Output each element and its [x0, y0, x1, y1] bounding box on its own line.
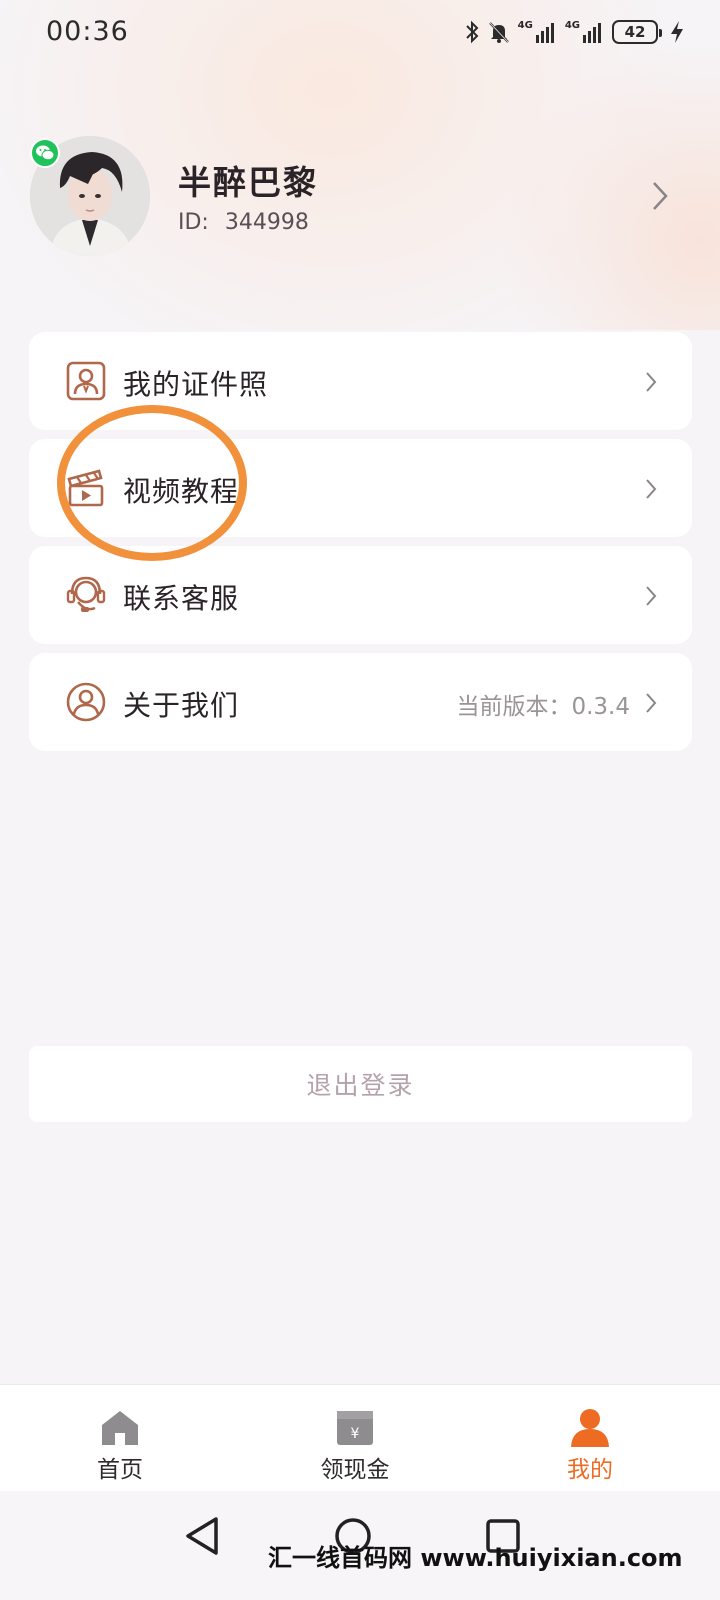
- id-photo-icon: [66, 361, 106, 401]
- status-icons: 4G 4G 42: [464, 16, 684, 48]
- tab-home[interactable]: 首页: [0, 1385, 240, 1492]
- video-clapper-icon: [67, 469, 104, 507]
- user-id-label: ID:: [178, 210, 209, 235]
- bottom-tab-bar: 首页 ¥ 领现金 我的: [0, 1384, 720, 1491]
- battery-level: 42: [624, 23, 646, 41]
- charging-bolt-icon: [671, 21, 683, 43]
- bluetooth-icon: [465, 20, 479, 44]
- tab-cash[interactable]: ¥ 领现金: [235, 1385, 475, 1492]
- menu-item-video-tutorial[interactable]: 视频教程: [29, 439, 692, 537]
- status-time: 00:36: [46, 16, 129, 47]
- back-triangle-icon[interactable]: [178, 1511, 228, 1561]
- app-version: 当前版本：0.3.4: [456, 694, 630, 720]
- tab-mine[interactable]: 我的: [470, 1385, 710, 1492]
- menu-item-customer-service[interactable]: 联系客服: [29, 546, 692, 644]
- menu-item-id-photo[interactable]: 我的证件照: [29, 332, 692, 430]
- chevron-right-icon: [646, 586, 657, 606]
- profile-person-icon: [571, 1409, 609, 1447]
- menu-item-label: 视频教程: [123, 475, 240, 508]
- home-icon: [102, 1411, 138, 1445]
- signal-4g-icon: 4G: [518, 21, 557, 43]
- user-circle-icon: [66, 682, 106, 722]
- cash-wallet-icon: ¥: [337, 1411, 373, 1445]
- menu-item-label: 联系客服: [123, 582, 240, 615]
- logout-button[interactable]: 退出登录: [29, 1046, 692, 1122]
- watermark: 汇一线首码网 www.huiyixian.com: [268, 1544, 683, 1572]
- battery-icon: 42: [612, 20, 662, 44]
- user-id-value: 344998: [224, 210, 309, 235]
- user-id: ID: 344998: [178, 210, 309, 235]
- chevron-right-icon: [646, 479, 657, 499]
- chevron-right-icon: [646, 693, 657, 713]
- svg-text:¥: ¥: [351, 1426, 360, 1442]
- username: 半醉巴黎: [178, 163, 318, 202]
- signal-4g-icon: 4G: [565, 21, 604, 43]
- profile-header[interactable]: 半醉巴黎 ID: 344998: [28, 132, 692, 262]
- status-bar: 00:36 4G 4G 42: [0, 0, 720, 64]
- wechat-icon: [30, 138, 60, 168]
- tab-label: 首页: [97, 1457, 143, 1483]
- menu-item-about-us[interactable]: 关于我们 当前版本：0.3.4: [29, 653, 692, 751]
- tab-label: 领现金: [320, 1457, 390, 1483]
- headset-icon: [66, 576, 106, 612]
- menu-item-label: 关于我们: [123, 689, 240, 722]
- chevron-right-icon[interactable]: [650, 180, 670, 212]
- menu-item-label: 我的证件照: [123, 368, 269, 401]
- tab-label: 我的: [567, 1457, 613, 1483]
- chevron-right-icon: [646, 372, 657, 392]
- bell-muted-icon: [488, 22, 509, 43]
